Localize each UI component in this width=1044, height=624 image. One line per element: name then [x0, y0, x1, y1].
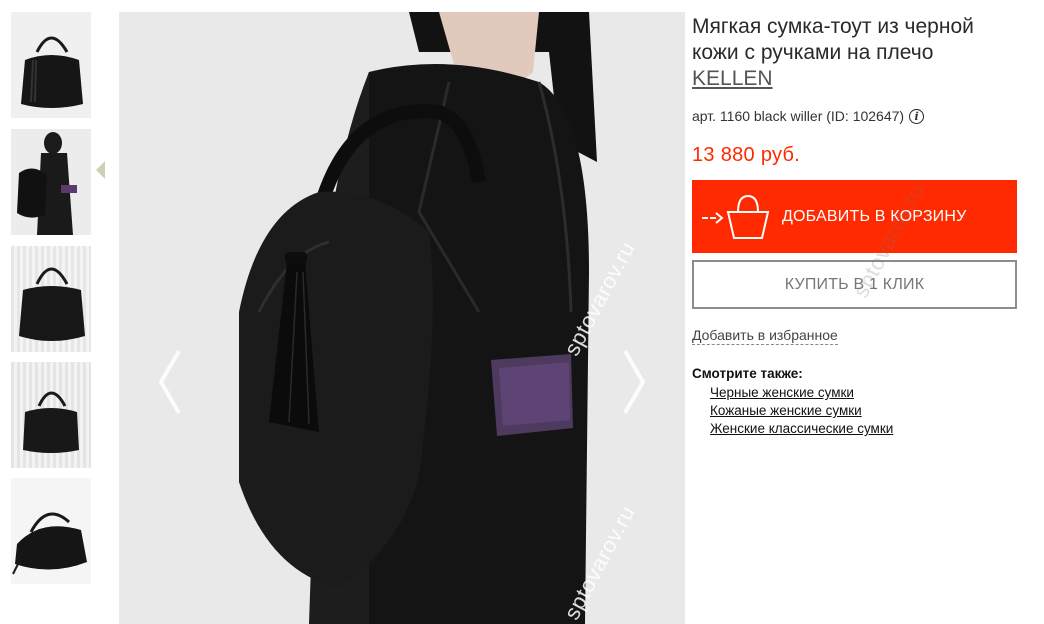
list-item: Черные женские сумки — [710, 384, 893, 402]
see-also-link-classic-bags[interactable]: Женские классические сумки — [710, 421, 893, 436]
product-info-panel: Мягкая сумка-тоут из черной кожи с ручка… — [692, 14, 1022, 436]
main-product-image[interactable]: sptovarov.ru sptovarov.ru — [119, 12, 685, 624]
add-to-favorites-link[interactable]: Добавить в избранное — [692, 327, 838, 345]
list-item: Кожаные женские сумки — [710, 402, 893, 420]
previous-image-arrow-icon[interactable] — [155, 347, 185, 417]
thumbnail-3[interactable] — [11, 246, 91, 352]
next-image-arrow-icon[interactable] — [619, 347, 649, 417]
see-also-title: Смотрите также: — [692, 366, 803, 381]
bag-open-image — [11, 478, 91, 584]
model-side-image — [11, 129, 91, 235]
thumbnail-selected-arrow-icon — [96, 161, 105, 179]
product-title: Мягкая сумка-тоут из черной кожи с ручка… — [692, 14, 1022, 92]
bag-hanging-image — [11, 246, 91, 352]
bag-wall-image — [11, 362, 91, 468]
product-price: 13 880 руб. — [692, 144, 801, 166]
brand-link[interactable]: KELLEN — [692, 67, 773, 90]
article-line: арт. 1160 black willer (ID: 102647) i — [692, 108, 1022, 124]
add-to-cart-button[interactable]: ДОБАВИТЬ В КОРЗИНУ — [692, 180, 1017, 253]
article-number: арт. 1160 black willer (ID: 102647) — [692, 108, 905, 124]
bag-front-image — [11, 12, 91, 118]
shopping-bag-icon — [702, 194, 770, 239]
see-also-section: Смотрите также: Черные женские сумки Кож… — [692, 366, 893, 438]
thumbnail-5[interactable] — [11, 478, 91, 584]
product-title-text: Мягкая сумка-тоут из черной кожи с ручка… — [692, 15, 974, 64]
add-to-cart-label: ДОБАВИТЬ В КОРЗИНУ — [782, 207, 967, 225]
thumbnail-2[interactable] — [11, 129, 91, 235]
list-item: Женские классические сумки — [710, 420, 893, 438]
see-also-link-leather-bags[interactable]: Кожаные женские сумки — [710, 403, 862, 418]
info-icon[interactable]: i — [909, 108, 925, 124]
thumbnail-4[interactable] — [11, 362, 91, 468]
thumbnail-1[interactable] — [11, 12, 91, 118]
see-also-link-black-bags[interactable]: Черные женские сумки — [710, 385, 854, 400]
see-also-list: Черные женские сумки Кожаные женские сум… — [710, 384, 893, 438]
